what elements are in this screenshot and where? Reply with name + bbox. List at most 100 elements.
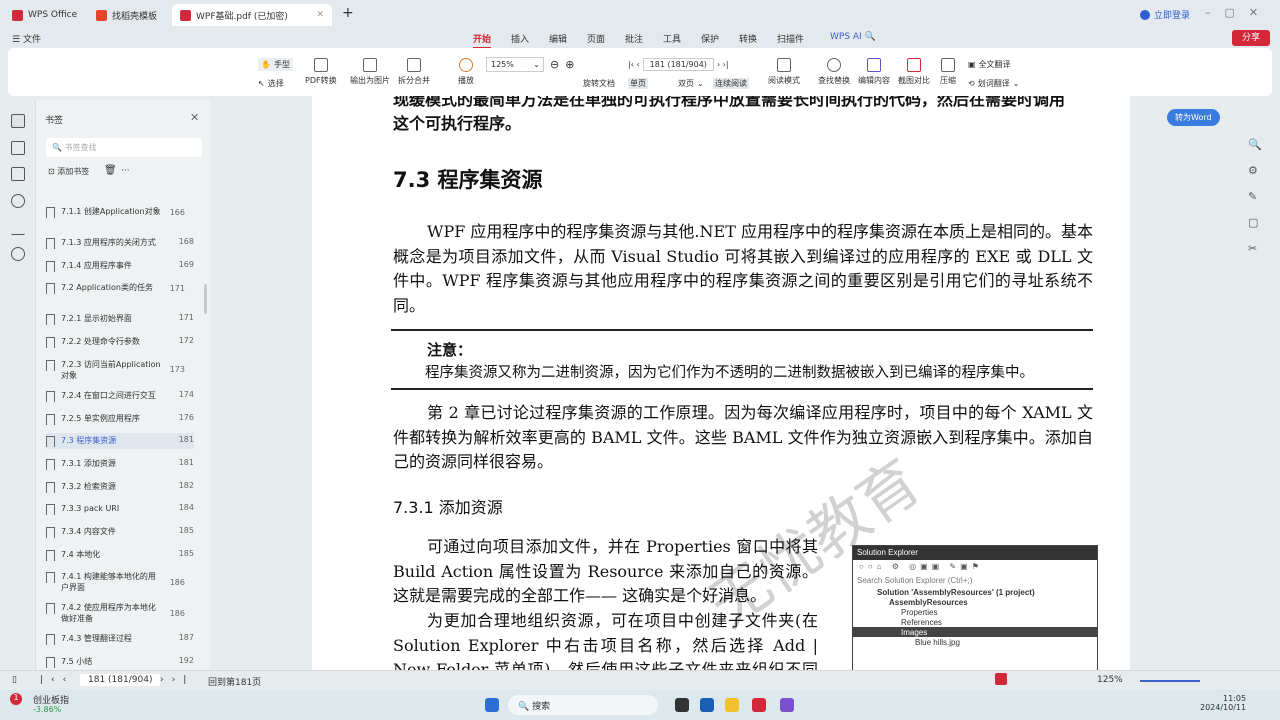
zoom-buttons[interactable]: ⊖⊕ [550,58,580,71]
bookmark-item[interactable]: 7.3.4 内容文件 185 [46,524,194,540]
scrollbar[interactable] [204,284,207,314]
bookmark-flag-icon [46,413,55,425]
single-page-button[interactable]: 单页 [628,78,648,89]
tab-pdf[interactable]: WPF基础.pdf (已加密) ✕ [172,4,332,26]
bookmark-item[interactable]: 7.2.5 单实例应用程序 176 [46,411,194,427]
explorer-icon[interactable] [725,698,739,712]
bookmark-search-input[interactable]: 🔍 书签查找 [46,138,202,157]
pdf-convert-button[interactable]: PDF转换 [305,58,337,86]
export-image-button[interactable]: 输出为图片 [350,58,390,86]
signature-icon[interactable] [11,221,25,235]
wps-icon[interactable] [752,698,766,712]
note-text: 程序集资源又称为二进制资源，因为它们作为不透明的二进制数据被嵌入到已编译的程序集… [425,365,1034,381]
search-icon [827,58,841,72]
word-translate-button[interactable]: ⟲ 划词翻译 ⌄ [968,78,1019,89]
bookmark-item[interactable]: 7.2.2 处理命令行参数 172 [46,334,194,350]
bookmark-label: 7.5 小结 [61,657,93,667]
bookmark-item[interactable]: 7.2.3 访问当前Application对象 173 [46,357,194,383]
comment-icon[interactable] [11,167,25,181]
page-nav-next[interactable]: ››| [160,675,194,685]
bookmark-item[interactable]: 7.3 程序集资源 181 [46,433,194,450]
bookmark-item[interactable]: 7.4.1 构建能够本地化的用户界面 186 [46,569,194,595]
attachment-icon[interactable] [11,194,25,208]
play-button[interactable]: 播放 [458,58,474,86]
bookmark-item[interactable]: 7.3.3 pack URI 184 [46,501,194,517]
time: 11:05 [1223,694,1247,703]
close-panel-icon[interactable]: ✕ [190,111,199,124]
menu-annotate[interactable]: 批注 [625,32,643,45]
pdf-icon [180,9,191,21]
wps-ai-button[interactable]: WPS AI 🔍 [830,32,876,42]
app-icon[interactable] [675,698,689,712]
rotate-button[interactable]: 旋转文档 [583,78,615,89]
bookmark-item[interactable]: 7.4 本地化 185 [46,547,194,563]
thumbnail-icon[interactable] [11,141,25,155]
window-controls[interactable]: –▢✕ [1205,6,1272,19]
start-icon[interactable] [485,698,499,712]
bookmark-page: 168 [178,237,194,246]
close-tab-icon[interactable]: ✕ [316,10,324,20]
read-mode-button[interactable]: 阅读模式 [768,58,800,86]
double-page-button[interactable]: 双页 ⌄ [678,78,704,89]
delete-icon[interactable]: 🗑 [104,165,117,176]
right-tool-icons[interactable]: 🔍 ⚙ ✎ ▢ ✂ [1248,132,1262,262]
bookmark-item[interactable]: 7.4.2 使应用程序为本地化做好准备 186 [46,600,194,626]
menu-convert[interactable]: 转换 [739,32,757,45]
zoom-select[interactable]: 125% ⌄ [486,57,544,72]
clock[interactable]: 11:05 2024/10/11 [1200,694,1246,712]
menu-page[interactable]: 页面 [587,32,605,45]
menu-insert[interactable]: 插入 [511,32,529,45]
layers-icon[interactable] [11,247,25,261]
back-to-page-link[interactable]: 回到第181页 [208,675,261,688]
continuous-button[interactable]: 连续阅读 [713,78,749,89]
find-replace-button[interactable]: 查找替换 [818,58,850,86]
page-nav-prev[interactable]: |‹‹ [40,675,74,685]
menu-scan[interactable]: 扫描件 [777,32,804,45]
bookmark-item[interactable]: 7.2.4 在窗口之间进行交互 174 [46,388,194,404]
date: 2024/10/11 [1200,703,1247,712]
page-nav[interactable]: |‹ ‹ 181 (181/904) › ›| [628,58,729,71]
convert-to-word-button[interactable]: 转为Word [1167,109,1220,126]
select-tool[interactable]: ↖ 选择 [258,78,284,89]
edit-content-button[interactable]: 编辑内容 [858,58,890,86]
template-icon [96,9,107,21]
zoom-slider[interactable] [1140,680,1200,682]
tab-wps-office[interactable]: WPS Office [4,4,85,26]
bookmark-item[interactable]: 7.5 小结 192 [46,654,194,670]
compress-button[interactable]: 压缩 [940,58,956,86]
status-page-input[interactable]: 181 (181/904) [80,674,161,686]
screenshot-compare-button[interactable]: 截图对比 [898,58,930,86]
label: 编辑内容 [858,76,890,85]
hand-tool[interactable]: ✋ 手型 [258,58,293,71]
menu-protect[interactable]: 保护 [701,32,719,45]
share-button[interactable]: 分享 [1232,30,1270,46]
bookmark-item[interactable]: 7.4.3 管理翻译过程 187 [46,631,194,647]
full-translate-button[interactable]: ▣ 全文翻译 [968,59,1011,70]
more-button[interactable]: ··· [121,166,130,176]
login-button[interactable]: 立即登录 [1140,8,1190,21]
new-tab-button[interactable]: + [342,5,354,21]
bookmark-item[interactable]: 7.3.1 添加资源 181 [46,456,194,472]
status-zoom[interactable]: 125% [1097,675,1123,685]
menu-edit[interactable]: 编辑 [549,32,567,45]
panel-toggle-icon[interactable]: ▯ [12,675,17,685]
bookmark-icon[interactable] [11,114,25,128]
taskbar-search[interactable]: 🔍 搜索 [508,695,658,715]
menu-start[interactable]: 开始 [473,32,492,49]
bookmark-item[interactable]: 7.1.3 应用程序的关闭方式 168 [46,235,194,251]
bookmark-item[interactable]: 7.1.4 应用程序事件 169 [46,258,194,274]
visual-studio-icon[interactable] [780,698,794,712]
page-input[interactable]: 181 (181/904) [642,58,714,71]
split-merge-button[interactable]: 拆分合并 [398,58,430,86]
bookmark-item[interactable]: 7.2 Application类的任务 171 [46,280,194,296]
add-bookmark-button[interactable]: ⊡ 添加书签 [48,166,89,177]
bookmark-item[interactable]: 7.2.1 显示初始界面 171 [46,311,194,327]
figure-toolbar: ○○⌂ ⚙ ◎▣▣ ✎▣⚑ [859,562,983,571]
bookmark-item[interactable]: 7.3.2 检索资源 182 [46,479,194,495]
tab-template[interactable]: 找稻壳模板 [88,4,165,26]
file-menu[interactable]: ☰ 文件 [12,32,41,45]
bookmark-item[interactable]: 7.1.1 创建Application对象 166 [46,204,194,220]
play-icon[interactable] [995,673,1007,685]
menu-tools[interactable]: 工具 [663,32,681,45]
store-icon[interactable] [700,698,714,712]
